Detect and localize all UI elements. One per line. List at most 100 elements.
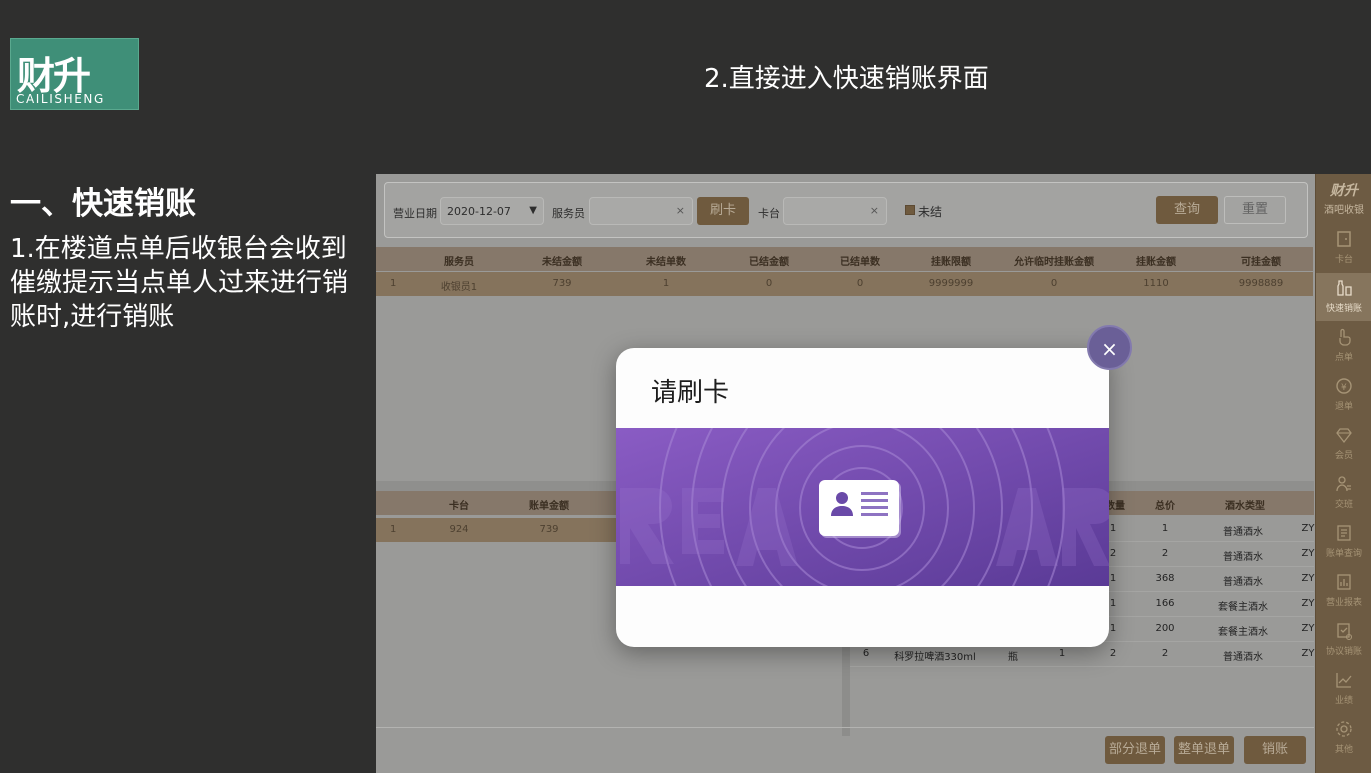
- table-row[interactable]: 1 收银员1 739 1 0 0 9999999 0 1110 9998889: [376, 272, 1313, 296]
- col-header: 已结单数: [840, 257, 880, 268]
- full-refund-button[interactable]: 整单退单: [1174, 736, 1234, 764]
- sidebar-item-table[interactable]: 卡台: [1316, 224, 1371, 272]
- cell: ZY: [1301, 523, 1315, 534]
- sidebar-brand: 财升 酒吧收银: [1316, 180, 1371, 216]
- section-title: 一、快速销账: [10, 186, 196, 222]
- gear-icon: [1336, 721, 1352, 737]
- cell: ZY: [1301, 623, 1315, 634]
- col-header: 未结金额: [542, 257, 582, 268]
- caret-down-icon: ▼: [529, 205, 537, 216]
- cell: 0: [765, 278, 773, 289]
- col-header: 允许临时挂账金额: [1014, 257, 1094, 268]
- cell: 9998889: [1238, 278, 1284, 289]
- sidebar-item-bill-query[interactable]: 账单查询: [1316, 518, 1371, 566]
- row-index: 1: [390, 278, 397, 289]
- cell: 瓶: [1008, 652, 1018, 663]
- cell: 普通酒水: [1223, 577, 1263, 588]
- cell: ZY: [1301, 598, 1315, 609]
- svg-text:¥: ¥: [1341, 383, 1347, 393]
- sidebar-item-performance[interactable]: 业绩: [1316, 665, 1371, 713]
- col-header: 账单金额: [529, 501, 569, 512]
- cell: 924: [449, 524, 469, 535]
- settle-button[interactable]: 销账: [1244, 736, 1306, 764]
- unsettled-label: 未结: [918, 205, 943, 219]
- brand-name: 财升: [1330, 183, 1358, 199]
- col-header: 已结金额: [749, 257, 789, 268]
- cell: 2: [1109, 648, 1117, 659]
- sidebar-item-shift[interactable]: 交班: [1316, 469, 1371, 517]
- unsettled-checkbox[interactable]: [905, 205, 915, 215]
- date-value: 2020-12-07: [447, 205, 511, 218]
- sidebar-item-label: 卡台: [1334, 255, 1353, 265]
- col-header: 可挂金额: [1241, 257, 1281, 268]
- close-dialog-button[interactable]: ×: [1087, 325, 1132, 370]
- cell: 368: [1155, 573, 1175, 584]
- col-header: 服务员: [444, 257, 474, 268]
- cell: ZY: [1301, 573, 1315, 584]
- query-button[interactable]: 查询: [1156, 196, 1218, 224]
- table-input[interactable]: ×: [783, 197, 887, 225]
- hand-pointer-icon: [1339, 328, 1351, 346]
- partial-refund-button[interactable]: 部分退单: [1105, 736, 1165, 764]
- nav-sidebar: 财升 酒吧收银 卡台 快速销账 点单 ¥ 退单 会员 交班 账单查询 营业报表 …: [1315, 174, 1371, 773]
- cell: 739: [552, 278, 572, 289]
- col-header: 挂账限额: [931, 257, 971, 268]
- sidebar-item-label: 退单: [1334, 402, 1353, 412]
- cell: 科罗拉啤酒330ml: [894, 652, 976, 663]
- id-card-icon: [819, 480, 901, 538]
- cell: 1: [1109, 573, 1117, 584]
- cell: 套餐主酒水: [1218, 627, 1268, 638]
- cell: 9999999: [928, 278, 974, 289]
- row-index: 1: [390, 524, 397, 535]
- refund-icon: ¥: [1336, 378, 1352, 394]
- logo-sub-text: CAILISHENG: [16, 92, 105, 106]
- cell: 普通酒水: [1223, 527, 1263, 538]
- cell: 普通酒水: [1223, 552, 1263, 563]
- sidebar-item-refund[interactable]: ¥ 退单: [1316, 371, 1371, 419]
- cell: 收银员1: [440, 282, 478, 293]
- sidebar-item-label: 其他: [1334, 745, 1353, 755]
- filter-bar: 营业日期 2020-12-07 ▼ 服务员 × 刷卡 卡台 × 未结 查询 重置: [384, 182, 1308, 238]
- report-icon: [1337, 574, 1351, 590]
- cell: 0: [1050, 278, 1058, 289]
- cell: 1: [1161, 523, 1169, 534]
- swipe-card-button[interactable]: 刷卡: [697, 197, 749, 225]
- diamond-icon: [1336, 428, 1352, 444]
- cell: 2: [1161, 648, 1169, 659]
- date-select[interactable]: 2020-12-07 ▼: [440, 197, 544, 225]
- cell: 200: [1155, 623, 1175, 634]
- sidebar-item-member[interactable]: 会员: [1316, 420, 1371, 468]
- waiter-label: 服务员: [552, 207, 585, 220]
- sidebar-item-other[interactable]: 其他: [1316, 714, 1371, 762]
- col-header: 酒水类型: [1225, 501, 1265, 512]
- card-reader-banner: [616, 428, 1109, 586]
- cell: 0: [856, 278, 864, 289]
- clear-icon[interactable]: ×: [870, 204, 879, 217]
- col-header: 挂账金额: [1136, 257, 1176, 268]
- sidebar-item-label: 营业报表: [1325, 598, 1362, 608]
- sidebar-item-order[interactable]: 点单: [1316, 322, 1371, 370]
- cell: 1: [1109, 623, 1117, 634]
- cell: 739: [539, 524, 559, 535]
- cell: 1: [1109, 523, 1117, 534]
- clear-icon[interactable]: ×: [676, 204, 685, 217]
- cell: 166: [1155, 598, 1175, 609]
- sidebar-item-label: 协议销账: [1325, 647, 1362, 657]
- cell: 2: [1161, 548, 1169, 559]
- sidebar-item-label: 点单: [1334, 353, 1353, 363]
- reset-button[interactable]: 重置: [1224, 196, 1286, 224]
- date-label: 营业日期: [393, 207, 437, 220]
- sidebar-item-quick-settle[interactable]: 快速销账: [1316, 273, 1371, 321]
- slide: 财升 CAILISHENG 2.直接进入快速销账界面 一、快速销账 1.在楼道点…: [0, 0, 1371, 773]
- chart-line-icon: [1336, 673, 1352, 688]
- step-title: 2.直接进入快速销账界面: [704, 64, 989, 94]
- col-header: 未结单数: [646, 257, 686, 268]
- door-icon: [1337, 231, 1351, 247]
- sidebar-item-agreement[interactable]: 协议销账: [1316, 616, 1371, 664]
- cell: 套餐主酒水: [1218, 602, 1268, 613]
- sidebar-item-report[interactable]: 营业报表: [1316, 567, 1371, 615]
- cell: 1: [1058, 648, 1066, 659]
- sidebar-item-label: 会员: [1334, 451, 1353, 461]
- sidebar-item-label: 业绩: [1334, 696, 1353, 706]
- waiter-input[interactable]: ×: [589, 197, 693, 225]
